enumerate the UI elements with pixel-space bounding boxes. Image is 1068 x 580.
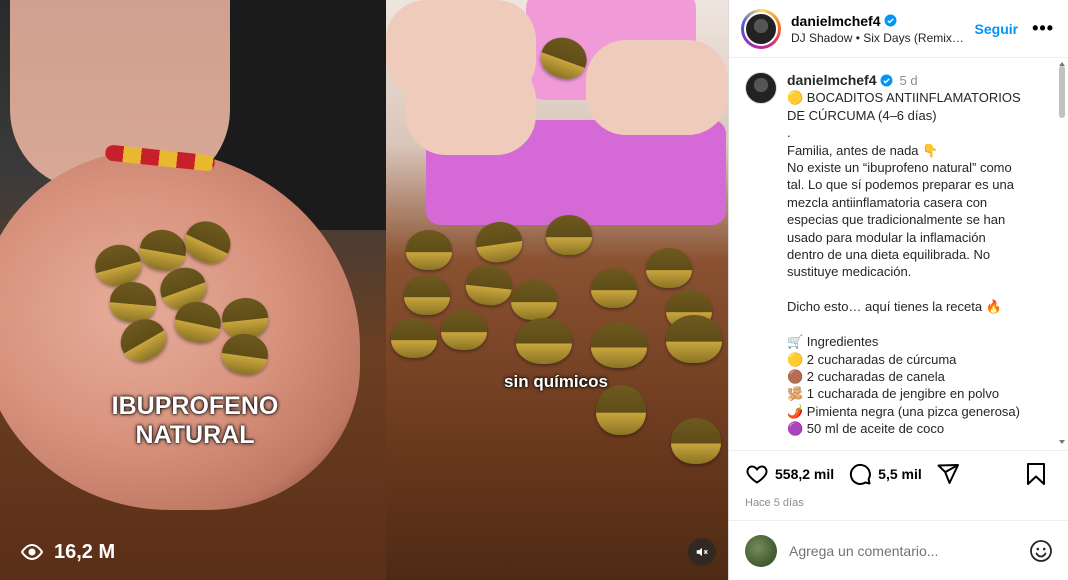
turmeric-bite <box>516 318 572 364</box>
caption-line: mezcla antiinflamatoria casera con <box>787 194 988 210</box>
caption-line: 🟤 2 cucharadas de canela <box>787 368 945 384</box>
view-count: 16,2 M <box>20 540 115 564</box>
caption-username[interactable]: danielmchef4 <box>787 72 876 89</box>
like-button[interactable]: 558,2 mil <box>745 462 834 486</box>
caption-line: sustituye medicación. <box>787 264 912 280</box>
caption-line: 🟡 BOCADITOS ANTIINFLAMATORIOS <box>787 90 1021 106</box>
caption-line <box>787 316 1021 333</box>
bookmark-icon <box>1027 463 1045 485</box>
finger-shape <box>406 60 536 155</box>
audio-track-link[interactable]: DJ Shadow • Six Days (Remix) [fe... <box>791 31 967 45</box>
caption-line: dentro de una dieta equilibrada. No <box>787 247 991 263</box>
turmeric-bite <box>671 418 721 464</box>
caption-line: usado para modular la inflamación <box>787 229 986 245</box>
comment-icon <box>850 463 872 485</box>
mute-button[interactable] <box>688 538 716 566</box>
more-options-button[interactable]: ••• <box>1032 18 1054 39</box>
caption-scroll-area[interactable]: danielmchef4 5 d 🟡 BOCADITOS ANTIINFLAMA… <box>729 62 1068 448</box>
caption-line: Familia, antes de nada 👇 <box>787 142 939 158</box>
view-count-label: 16,2 M <box>54 540 116 563</box>
verified-badge-icon <box>885 14 897 27</box>
turmeric-bite <box>404 275 450 315</box>
turmeric-bite <box>546 215 592 255</box>
turmeric-bite <box>511 280 557 320</box>
like-count[interactable]: 558,2 mil <box>775 466 834 482</box>
caption-line: . <box>787 125 791 141</box>
turmeric-bite <box>464 262 514 308</box>
finger-shape <box>586 40 728 135</box>
comment-box <box>729 520 1068 580</box>
caption-line: 🟡 2 cucharadas de cúrcuma <box>787 351 957 367</box>
avatar-image <box>744 11 778 46</box>
turmeric-bite <box>591 322 647 368</box>
caption-timestamp[interactable]: 5 d <box>899 72 917 89</box>
reel-video-middle[interactable]: sin químicos <box>386 0 728 580</box>
caption-line: 🫚 1 cucharada de jengibre en polvo <box>787 386 1000 402</box>
turmeric-bite <box>441 310 487 350</box>
heart-icon <box>746 465 768 484</box>
follow-button[interactable]: Seguir <box>975 21 1019 37</box>
turmeric-bite <box>406 230 452 270</box>
video-caption-left: IBUPROFENO NATURAL <box>111 392 279 449</box>
turmeric-bite <box>591 268 637 308</box>
caption-line: 🛒 Ingredientes <box>787 334 879 350</box>
eye-icon <box>20 543 44 561</box>
caption-scrollbar[interactable] <box>1059 66 1065 118</box>
scroll-down-arrow[interactable] <box>1059 440 1065 444</box>
send-icon <box>937 464 959 484</box>
save-button[interactable] <box>1025 462 1053 486</box>
caption-line: 🟣 50 ml de aceite de coco <box>787 421 945 437</box>
comment-input[interactable] <box>789 542 1029 559</box>
caption-author-avatar[interactable] <box>745 72 777 104</box>
post-header: danielmchef4 DJ Shadow • Six Days (Remix… <box>729 0 1068 58</box>
post-sidebar: danielmchef4 DJ Shadow • Six Days (Remix… <box>728 0 1068 580</box>
current-user-avatar <box>745 534 777 567</box>
comment-count[interactable]: 5,5 mil <box>878 466 922 482</box>
share-button[interactable] <box>936 462 966 486</box>
caption-line: Dicho esto… aquí tienes la receta 🔥 <box>787 299 1002 315</box>
post-actions: 558,2 mil 5,5 mil Hace 5 días <box>729 450 1068 512</box>
turmeric-bite <box>473 218 525 266</box>
reel-video-left[interactable]: IBUPROFENO NATURAL 16,2 M <box>0 0 386 580</box>
turmeric-bite <box>646 248 692 288</box>
turmeric-bite <box>391 318 437 358</box>
post-date[interactable]: Hace 5 días <box>745 497 1053 509</box>
comment-button[interactable]: 5,5 mil <box>848 462 922 486</box>
caption-line: tal. Lo que sí podemos preparar es una <box>787 177 1014 193</box>
turmeric-bite <box>666 315 722 363</box>
speaker-muted-icon <box>696 547 708 557</box>
author-avatar[interactable] <box>741 8 781 49</box>
caption-line <box>787 281 1021 298</box>
turmeric-bite <box>596 385 646 435</box>
emoji-icon[interactable] <box>1029 539 1053 563</box>
verified-badge-icon <box>881 74 893 87</box>
caption-line: DE CÚRCUMA (4–6 días) <box>787 107 937 123</box>
caption-line: No existe un “ibuprofeno natural” como <box>787 160 1012 176</box>
video-caption-middle: sin químicos <box>504 372 608 391</box>
caption-line: 🌶️ Pimienta negra (una pizca generosa) <box>787 403 1020 419</box>
caption-line: especias que tradicionalmente se han <box>787 212 1006 228</box>
author-username[interactable]: danielmchef4 <box>791 13 880 29</box>
